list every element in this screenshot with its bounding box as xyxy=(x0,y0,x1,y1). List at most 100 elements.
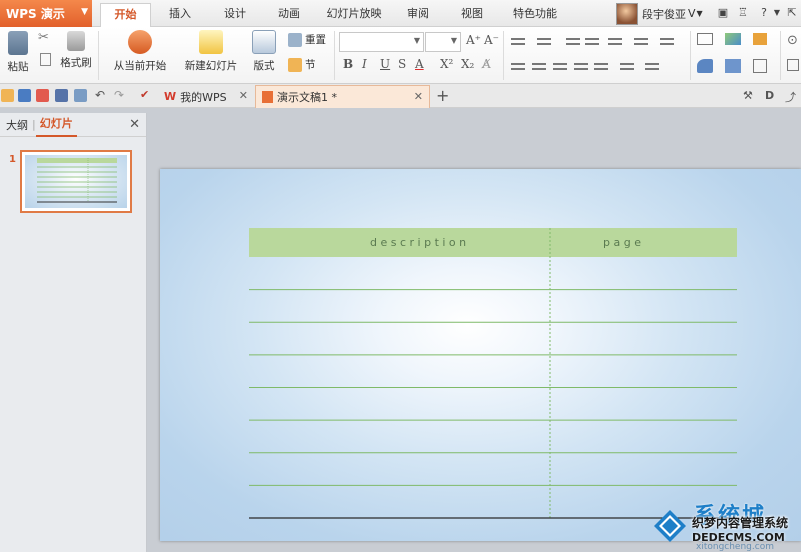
watermark-url-secondary: xitongcheng.com xyxy=(696,542,774,552)
user-account[interactable]: 段宇俊亚 V ▼ xyxy=(616,0,703,27)
cut-icon[interactable]: ✂ xyxy=(38,30,49,45)
presentation-file-icon xyxy=(262,91,273,103)
divider xyxy=(334,31,335,80)
play-icon xyxy=(128,30,152,54)
arrange-icon[interactable] xyxy=(725,59,741,73)
slide-number: 1 xyxy=(9,154,16,165)
tab-view[interactable]: 视图 xyxy=(448,3,496,27)
decrease-font-icon[interactable]: A⁻ xyxy=(484,33,499,47)
redo-icon[interactable]: ↷ xyxy=(114,88,124,102)
text-direction-icon[interactable] xyxy=(608,36,622,48)
table-header-row xyxy=(249,228,737,257)
collapse-ribbon-icon[interactable]: ⇱ xyxy=(785,6,799,20)
subscript-icon[interactable]: X₂ xyxy=(461,57,474,71)
header-page[interactable]: p a g e xyxy=(603,236,641,249)
tab-special-features[interactable]: 特色功能 xyxy=(504,3,566,27)
reset-button[interactable]: 重置 xyxy=(288,32,326,47)
paragraph-spacing-icon[interactable] xyxy=(645,61,659,73)
tab-presentation-1[interactable]: 演示文稿1 * ✕ xyxy=(255,85,430,108)
text-box-icon[interactable] xyxy=(697,33,713,45)
paste-button[interactable]: 粘贴 xyxy=(3,31,33,74)
new-slide-button[interactable]: 新建幻灯片 xyxy=(178,30,244,73)
tab-home[interactable]: 开始 xyxy=(100,3,151,27)
header-description[interactable]: d e s c r i p t i o n xyxy=(370,236,466,249)
align-text-icon[interactable] xyxy=(634,36,648,48)
slide-canvas[interactable]: d e s c r i p t i o n p a g e xyxy=(160,169,801,541)
wps-app-menu-button[interactable]: WPS 演示 ▼ xyxy=(0,0,92,27)
help-icon[interactable]: ? xyxy=(757,6,771,20)
play-from-current-button[interactable]: 从当前开始 xyxy=(108,30,172,73)
find-icon[interactable]: ⊙ xyxy=(787,33,798,48)
underline-icon[interactable]: U xyxy=(380,57,390,71)
ribbon-home: 粘贴 ✂ 格式刷 从当前开始 新建幻灯片 版式 重置 节 ▼ ▼ A⁺ A⁻ B… xyxy=(0,27,801,84)
new-tab-icon[interactable]: + xyxy=(436,86,449,105)
font-color-icon[interactable]: A xyxy=(415,57,424,71)
decrease-indent-icon[interactable] xyxy=(566,36,580,48)
slide-thumbnail[interactable] xyxy=(20,150,132,213)
divider xyxy=(503,31,504,80)
justify-icon[interactable] xyxy=(574,61,588,73)
tab-design[interactable]: 设计 xyxy=(211,3,259,27)
bullet-list-icon[interactable] xyxy=(511,36,525,48)
save-icon[interactable] xyxy=(18,89,31,102)
customize-toolbar-icon[interactable]: ✔ xyxy=(140,88,149,101)
shapes-icon[interactable] xyxy=(697,59,713,73)
undo-icon[interactable]: ↶ xyxy=(95,88,105,102)
format-painter-label: 格式刷 xyxy=(60,57,92,69)
new-slide-label: 新建幻灯片 xyxy=(184,60,238,72)
clear-format-icon[interactable]: A̸ xyxy=(482,57,491,71)
numbered-list-icon[interactable] xyxy=(537,36,551,48)
tools-icon[interactable]: ⚒ xyxy=(743,89,753,102)
close-icon[interactable]: ✕ xyxy=(239,89,248,102)
layout-button[interactable]: 版式 xyxy=(249,30,279,73)
copy-icon[interactable] xyxy=(40,53,51,66)
close-icon[interactable]: ✕ xyxy=(129,117,140,132)
increase-font-icon[interactable]: A⁺ xyxy=(466,33,481,47)
cloud-icon[interactable]: D xyxy=(765,89,774,102)
tab-slideshow[interactable]: 幻灯片放映 xyxy=(320,3,388,27)
align-left-icon[interactable] xyxy=(511,61,525,73)
chevron-down-icon[interactable]: ▼ xyxy=(770,6,784,20)
format-painter-button[interactable]: 格式刷 xyxy=(58,31,94,70)
section-button[interactable]: 节 xyxy=(288,57,316,72)
distribute-icon[interactable] xyxy=(594,61,608,73)
skin-shirt-icon[interactable]: ♖ xyxy=(736,6,750,20)
menu-tab-bar: WPS 演示 ▼ 开始 插入 设计 动画 幻灯片放映 审阅 视图 特色功能 段宇… xyxy=(0,0,801,27)
select-icon[interactable] xyxy=(787,59,799,71)
font-name-select[interactable]: ▼ xyxy=(339,32,424,52)
tab-insert[interactable]: 插入 xyxy=(156,3,204,27)
export-pdf-icon[interactable] xyxy=(36,89,49,102)
font-size-select[interactable]: ▼ xyxy=(425,32,461,52)
outline-icon[interactable] xyxy=(753,59,767,73)
share-icon[interactable]: ⤴ xyxy=(785,89,796,105)
slide-table[interactable]: d e s c r i p t i o n p a g e xyxy=(160,169,801,541)
italic-icon[interactable]: I xyxy=(362,57,367,71)
feedback-icon[interactable]: ▣ xyxy=(716,6,730,20)
tab-animation[interactable]: 动画 xyxy=(265,3,313,27)
columns-icon[interactable] xyxy=(660,36,674,48)
watermark-cn-text: 织梦内容管理系统 xyxy=(692,516,789,530)
divider xyxy=(98,31,99,80)
superscript-icon[interactable]: X² xyxy=(440,57,453,71)
tab-outline[interactable]: 大纲 xyxy=(2,117,32,133)
tab-slides[interactable]: 幻灯片 xyxy=(35,113,77,137)
align-right-icon[interactable] xyxy=(553,61,567,73)
close-icon[interactable]: ✕ xyxy=(414,90,423,103)
print-icon[interactable] xyxy=(55,89,68,102)
line-spacing-icon[interactable] xyxy=(620,61,634,73)
picture-icon[interactable] xyxy=(725,33,741,45)
section-icon xyxy=(288,57,302,72)
wps-presentation-window: WPS 演示 ▼ 开始 插入 设计 动画 幻灯片放映 审阅 视图 特色功能 段宇… xyxy=(0,0,801,552)
slide-thumbnail-preview xyxy=(25,155,127,208)
tab-review[interactable]: 审阅 xyxy=(394,3,442,27)
open-folder-icon[interactable] xyxy=(1,89,14,102)
align-center-icon[interactable] xyxy=(532,61,546,73)
fill-icon[interactable] xyxy=(753,33,767,45)
increase-indent-icon[interactable] xyxy=(585,36,599,48)
paste-icon xyxy=(8,31,28,55)
tab-my-wps[interactable]: W 我的WPS ✕ xyxy=(158,85,254,108)
print-preview-icon[interactable] xyxy=(74,89,87,102)
strikethrough-shadow-icon[interactable]: S xyxy=(398,57,406,71)
chevron-down-icon: ▼ xyxy=(696,9,703,18)
bold-icon[interactable]: B xyxy=(343,57,353,71)
